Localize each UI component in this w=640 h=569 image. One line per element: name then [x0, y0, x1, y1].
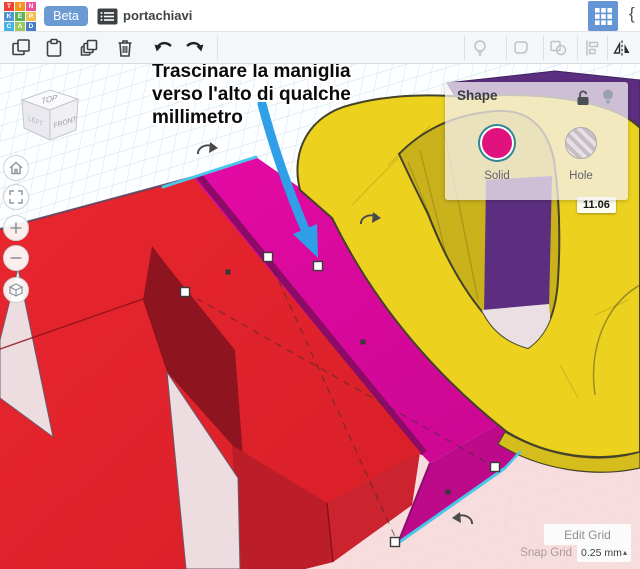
- hole-option[interactable]: [565, 127, 597, 159]
- scale-handle[interactable]: [391, 538, 400, 547]
- group-icon: [547, 37, 569, 59]
- mirror-icon: [611, 37, 633, 59]
- toolbar-separator: [217, 36, 218, 60]
- mirror-button[interactable]: [609, 35, 635, 61]
- annotation-line: millimetro: [152, 106, 351, 129]
- logo-letter: T: [4, 2, 14, 11]
- grid-icon: [595, 8, 612, 25]
- scale-handle[interactable]: [491, 463, 500, 472]
- toolbar-separator: [506, 36, 507, 60]
- dashboard-grid-button[interactable]: [588, 1, 618, 31]
- trash-icon: [114, 37, 136, 59]
- edit-toolbar: [0, 32, 640, 64]
- brace-glyph: {: [629, 4, 635, 24]
- lightbulb-icon: [469, 37, 491, 59]
- home-view-button[interactable]: [3, 155, 29, 181]
- logo-letter: K: [4, 12, 14, 21]
- perspective-cube-icon: [8, 282, 24, 298]
- workplane-button[interactable]: [508, 35, 534, 61]
- undo-button[interactable]: [151, 35, 177, 61]
- redo-button[interactable]: [181, 35, 207, 61]
- view-cube[interactable]: TOP LEFT FRONT: [14, 84, 90, 156]
- unlock-icon[interactable]: [576, 90, 591, 111]
- tinkercad-logo[interactable]: T I N K E R C A D: [4, 2, 38, 31]
- toolbar-separator: [577, 36, 578, 60]
- perspective-toggle-button[interactable]: [3, 277, 29, 303]
- document-list-icon[interactable]: [97, 8, 118, 30]
- home-icon: [8, 160, 24, 176]
- copy-button[interactable]: [8, 35, 34, 61]
- scale-handle[interactable]: [264, 253, 273, 262]
- align-icon: [581, 37, 603, 59]
- scale-handle[interactable]: [181, 288, 190, 297]
- toolbar-separator: [464, 36, 465, 60]
- logo-letter: R: [26, 12, 36, 21]
- group-button[interactable]: [545, 35, 571, 61]
- dropdown-arrow-icon: ▴: [623, 548, 627, 557]
- shape-inspector-panel: Shape Solid Hole: [445, 82, 628, 200]
- workplane-icon: [510, 37, 532, 59]
- tinkercad-window: T I N K E R C A D Beta portachiavi {: [0, 0, 640, 569]
- delete-button[interactable]: [112, 35, 138, 61]
- toolbar-separator: [607, 36, 608, 60]
- tutorial-annotation: Trascinare la maniglia verso l'alto di q…: [152, 60, 351, 129]
- zoom-in-button[interactable]: [3, 215, 29, 241]
- logo-letter: I: [15, 2, 25, 11]
- solid-label: Solid: [467, 170, 527, 182]
- logo-letter: N: [26, 2, 36, 11]
- logo-letter: D: [26, 22, 36, 31]
- minus-icon: [9, 251, 23, 265]
- logo-letter: E: [15, 12, 25, 21]
- hole-label: Hole: [551, 170, 611, 182]
- duplicate-icon: [78, 37, 100, 59]
- fit-view-icon: [8, 189, 24, 205]
- edit-grid-button[interactable]: Edit Grid: [544, 524, 631, 545]
- duplicate-button[interactable]: [76, 35, 102, 61]
- beta-badge: Beta: [44, 6, 88, 26]
- redo-icon: [182, 37, 206, 59]
- snap-grid-label: Snap Grid: [500, 547, 572, 559]
- paste-icon: [43, 37, 65, 59]
- document-title[interactable]: portachiavi: [123, 8, 192, 23]
- undo-icon: [152, 37, 176, 59]
- paste-button[interactable]: [41, 35, 67, 61]
- align-button[interactable]: [579, 35, 605, 61]
- panel-title: Shape: [457, 88, 498, 103]
- plus-icon: [9, 221, 23, 235]
- logo-letter: C: [4, 22, 14, 31]
- snap-grid-dropdown[interactable]: 0.25 mm ▴: [577, 543, 631, 562]
- toolbar-separator: [543, 36, 544, 60]
- annotation-line: verso l'alto di qualche: [152, 83, 351, 106]
- show-hide-icon[interactable]: [601, 88, 615, 111]
- top-bar: T I N K E R C A D Beta portachiavi {: [0, 0, 640, 32]
- scale-handle[interactable]: [314, 262, 323, 271]
- logo-letter: A: [15, 22, 25, 31]
- snap-grid-value: 0.25 mm: [581, 547, 622, 559]
- fit-view-button[interactable]: [3, 184, 29, 210]
- solid-option[interactable]: [480, 126, 514, 160]
- copy-icon: [10, 37, 32, 59]
- light-toggle-button[interactable]: [467, 35, 493, 61]
- zoom-out-button[interactable]: [3, 245, 29, 271]
